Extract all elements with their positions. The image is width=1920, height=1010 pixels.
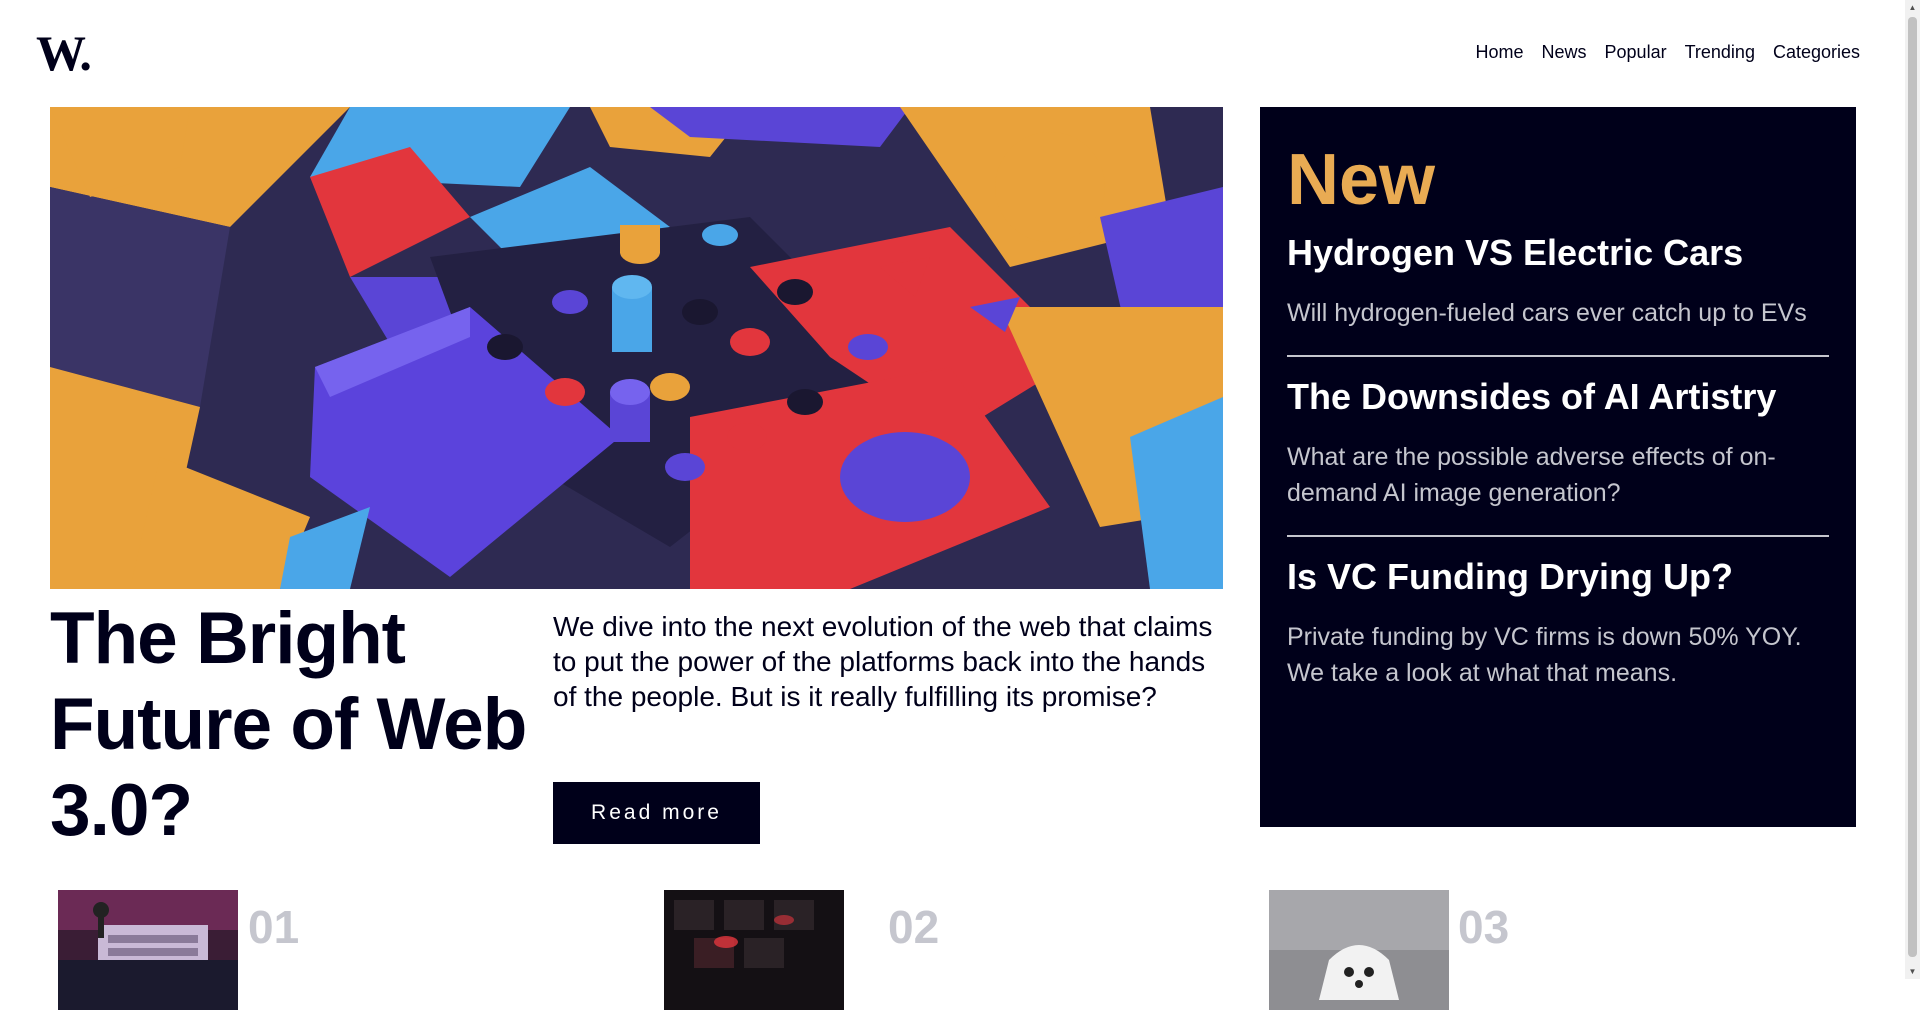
new-article-item[interactable]: Is VC Funding Drying Up? Private funding… xyxy=(1287,555,1829,691)
card-number: 01 xyxy=(248,901,300,953)
scroll-down-icon[interactable]: ▼ xyxy=(1905,964,1920,979)
card-number: 03 xyxy=(1458,901,1510,953)
featured-cards: 01 02 03 xyxy=(0,890,1900,1010)
nav-link-popular[interactable]: Popular xyxy=(1605,42,1667,63)
nav-link-trending[interactable]: Trending xyxy=(1685,42,1755,63)
new-articles-panel: New Hydrogen VS Electric Cars Will hydro… xyxy=(1260,107,1856,827)
hero-image xyxy=(50,107,1223,589)
site-logo[interactable]: W. xyxy=(36,28,92,78)
card-thumbnail[interactable] xyxy=(664,890,844,1010)
nav-link-categories[interactable]: Categories xyxy=(1773,42,1860,63)
new-article-summary: Private funding by VC firms is down 50% … xyxy=(1287,623,1802,687)
divider xyxy=(1287,355,1829,357)
new-article-summary: Will hydrogen-fueled cars ever catch up … xyxy=(1287,299,1807,327)
nav-link-home[interactable]: Home xyxy=(1476,42,1524,63)
card-number: 02 xyxy=(888,901,940,953)
new-panel-heading: New xyxy=(1287,140,1436,220)
main-nav: Home News Popular Trending Categories xyxy=(1476,42,1861,63)
new-article-title[interactable]: Is VC Funding Drying Up? xyxy=(1287,555,1829,599)
page-scrollbar[interactable]: ▲ ▼ xyxy=(1905,0,1920,979)
new-article-item[interactable]: Hydrogen VS Electric Cars Will hydrogen-… xyxy=(1287,231,1829,331)
hero-description: We dive into the next evolution of the w… xyxy=(553,611,1213,712)
scroll-up-icon[interactable]: ▲ xyxy=(1905,0,1920,15)
nav-link-news[interactable]: News xyxy=(1542,42,1587,63)
card-thumbnail[interactable] xyxy=(1269,890,1449,1010)
new-article-title[interactable]: Hydrogen VS Electric Cars xyxy=(1287,231,1829,275)
scrollbar-thumb[interactable] xyxy=(1908,17,1917,957)
new-article-summary: What are the possible adverse effects of… xyxy=(1287,443,1776,507)
new-article-title[interactable]: The Downsides of AI Artistry xyxy=(1287,375,1829,419)
read-more-button[interactable]: Read more xyxy=(553,782,760,844)
card-thumbnail[interactable] xyxy=(58,890,238,1010)
divider xyxy=(1287,535,1829,537)
hero-title: The Bright Future of Web 3.0? xyxy=(50,598,527,851)
new-article-item[interactable]: The Downsides of AI Artistry What are th… xyxy=(1287,375,1829,511)
